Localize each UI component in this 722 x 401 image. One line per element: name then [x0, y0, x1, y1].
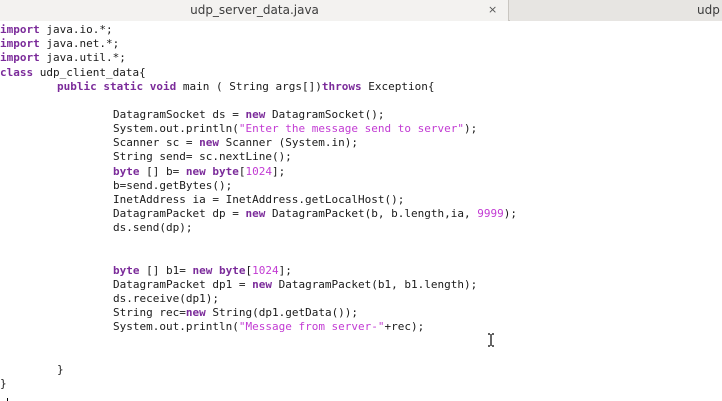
code-text: }	[0, 377, 7, 390]
code-text: main ( String args[])	[176, 80, 322, 93]
code-text: udp_client_data{	[33, 66, 146, 79]
code-text: java.net.*;	[39, 37, 120, 50]
keyword: byte	[113, 165, 140, 178]
code-editor[interactable]: import java.io.*; import java.net.*; imp…	[0, 21, 722, 401]
code-line-17: ds.receive(dp1);	[113, 292, 219, 306]
code-line-16: DatagramPacket dp1 = new DatagramPacket(…	[113, 278, 477, 292]
code-line-19: System.out.println("Message from server-…	[113, 320, 424, 334]
code-text: String(dp1.getData());	[205, 306, 359, 319]
code-text: DatagramPacket dp =	[113, 207, 246, 220]
code-line-7: System.out.println("Enter the message se…	[113, 122, 477, 136]
code-line-9: String send= sc.nextLine();	[113, 150, 292, 164]
code-text: System.out.println(	[113, 320, 239, 333]
code-text: DatagramPacket dp1 =	[113, 278, 253, 291]
keyword: new	[185, 165, 206, 178]
code-text: }	[57, 363, 64, 376]
code-text: String send= sc.nextLine();	[113, 150, 292, 163]
code-line-14: ds.send(dp);	[113, 221, 192, 235]
text-editor-window: udp_server_data.java × udp import java.i…	[0, 0, 722, 401]
code-text: ds.receive(dp1);	[113, 292, 219, 305]
keyword: class	[0, 66, 34, 79]
close-icon[interactable]: ×	[488, 0, 497, 20]
code-text: );	[503, 207, 517, 220]
code-text: System.out.println(	[113, 122, 239, 135]
code-line-3: import java.util.*;	[0, 51, 126, 65]
code-text: b=send.getBytes();	[113, 179, 233, 192]
code-text: DatagramSocket ds =	[113, 108, 246, 121]
code-text: DatagramSocket();	[265, 108, 385, 121]
keyword: new	[252, 278, 272, 291]
keyword: import	[0, 23, 40, 36]
code-text: );	[464, 122, 478, 135]
code-line-5: public static void main ( String args[])…	[57, 80, 435, 94]
code-line-21: }	[0, 377, 7, 391]
code-text: [] b1=	[139, 264, 193, 277]
code-text: +rec);	[384, 320, 425, 333]
code-text: [] b=	[139, 165, 186, 178]
code-line-4: class udp_client_data{	[0, 66, 146, 80]
keyword: throws	[321, 80, 362, 93]
tab-udp-partial[interactable]: udp	[510, 0, 722, 21]
keyword: byte	[212, 165, 239, 178]
number-literal: 9999	[477, 207, 504, 220]
tab-bar: udp_server_data.java × udp	[0, 0, 722, 21]
code-text: DatagramPacket(b1, b1.length);	[271, 278, 478, 291]
string-literal: "Message from server-"	[238, 320, 385, 333]
code-line-6: DatagramSocket ds = new DatagramSocket()…	[113, 108, 385, 122]
i-beam-icon	[488, 333, 494, 347]
keyword: new	[192, 264, 213, 277]
string-literal: "Enter the message send to server"	[238, 122, 465, 135]
code-line-20: }	[57, 363, 64, 377]
keyword: new	[185, 306, 206, 319]
code-text: Exception{	[361, 80, 435, 93]
code-line-10: byte [] b= new byte[1024];	[113, 165, 285, 179]
tab-label: udp	[697, 3, 720, 17]
keyword: byte	[218, 264, 246, 277]
code-line-2: import java.net.*;	[0, 37, 119, 51]
keyword: new	[245, 207, 266, 220]
code-text: Scanner sc =	[113, 136, 200, 149]
code-text: java.util.*;	[39, 51, 126, 64]
code-text: ];	[278, 264, 292, 277]
keyword: public static void	[57, 80, 177, 93]
code-line-12: InetAddress ia = InetAddress.getLocalHos…	[113, 193, 404, 207]
code-line-18: String rec=new String(dp1.getData());	[113, 306, 358, 320]
code-text: Scanner (System.in);	[218, 136, 359, 149]
keyword: new	[199, 136, 219, 149]
keyword: byte	[113, 264, 140, 277]
code-text: String rec=	[113, 306, 186, 319]
tab-udp-server-data[interactable]: udp_server_data.java ×	[0, 0, 509, 21]
code-line-13: DatagramPacket dp = new DatagramPacket(b…	[113, 207, 517, 221]
number-literal: 1024	[245, 165, 272, 178]
code-text: DatagramPacket(b, b.length,ia,	[265, 207, 478, 220]
keyword: import	[0, 37, 40, 50]
keyword: import	[0, 51, 40, 64]
code-text: ds.send(dp);	[113, 221, 193, 234]
code-line-8: Scanner sc = new Scanner (System.in);	[113, 136, 358, 150]
code-text: InetAddress ia = InetAddress.getLocalHos…	[113, 193, 405, 206]
code-line-11: b=send.getBytes();	[113, 179, 232, 193]
code-line-15: byte [] b1= new byte[1024];	[113, 264, 292, 278]
code-line-1: import java.io.*;	[0, 23, 113, 37]
code-text: java.io.*;	[39, 23, 113, 36]
code-text: ];	[271, 165, 286, 178]
keyword: new	[245, 108, 266, 121]
number-literal: 1024	[252, 264, 279, 277]
tab-label: udp_server_data.java	[190, 3, 319, 17]
